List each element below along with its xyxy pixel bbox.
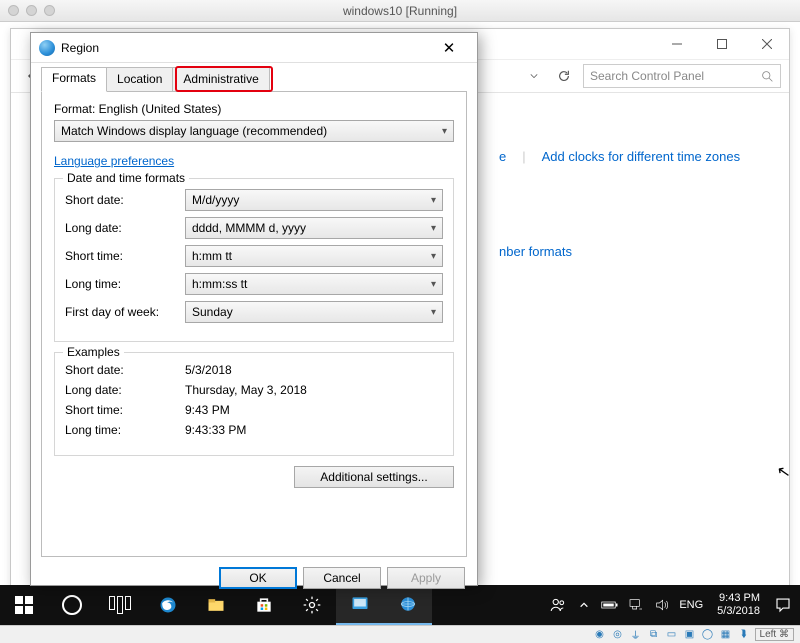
vm-optical-icon[interactable]: ◎ (611, 628, 625, 642)
traffic-min-icon[interactable] (26, 5, 37, 16)
group-date-time-formats: Date and time formats Short date: M/d/yy… (54, 178, 454, 342)
people-icon[interactable] (549, 596, 567, 614)
dialog-footer: OK Cancel Apply (31, 561, 477, 599)
vm-host-key: Left ⌘ (755, 628, 794, 641)
maximize-button[interactable] (699, 29, 744, 59)
link-number-formats[interactable]: nber formats (499, 244, 771, 259)
example-short-date: 5/3/2018 (185, 363, 443, 377)
language-indicator[interactable]: ENG (679, 596, 703, 614)
volume-icon[interactable] (653, 596, 671, 614)
link-add-clocks[interactable]: Add clocks for different time zones (542, 149, 740, 164)
format-combo[interactable]: Match Windows display language (recommen… (54, 120, 454, 142)
refresh-button[interactable] (553, 65, 575, 87)
dialog-close-button[interactable]: ✕ (429, 34, 469, 62)
tab-pane-formats: Format: English (United States) Match Wi… (41, 91, 467, 557)
tab-location[interactable]: Location (106, 67, 173, 91)
traffic-max-icon[interactable] (44, 5, 55, 16)
example-short-time: 9:43 PM (185, 403, 443, 417)
address-dropdown[interactable] (523, 65, 545, 87)
cancel-button[interactable]: Cancel (303, 567, 381, 589)
chevron-down-icon: ▾ (442, 126, 447, 137)
vm-record-icon[interactable]: ◯ (701, 628, 715, 642)
region-dialog: Region ✕ Formats Location Administrative… (30, 32, 478, 586)
mouse-cursor-icon: ↖ (775, 461, 792, 483)
first-day-combo[interactable]: Sunday▾ (185, 301, 443, 323)
tab-formats[interactable]: Formats (41, 67, 107, 92)
taskbar-clock[interactable]: 9:43 PM 5/3/2018 (711, 592, 766, 618)
ok-button[interactable]: OK (219, 567, 297, 589)
vm-cpu-icon[interactable]: ▦ (719, 628, 733, 642)
link-partial-left[interactable]: e (499, 149, 506, 164)
apply-button: Apply (387, 567, 465, 589)
guest-desktop: Search Control Panel e | Add clocks for … (0, 22, 800, 625)
globe-icon (39, 40, 55, 56)
vm-title: windows10 [Running] (343, 4, 457, 18)
vm-network-icon[interactable]: ⧉ (647, 628, 661, 642)
vm-shared-icon[interactable]: ▭ (665, 628, 679, 642)
example-long-time: 9:43:33 PM (185, 423, 443, 437)
vm-titlebar: windows10 [Running] (0, 0, 800, 22)
long-date-combo[interactable]: dddd, MMMM d, yyyy▾ (185, 217, 443, 239)
search-icon (761, 70, 774, 83)
battery-icon[interactable] (601, 596, 619, 614)
action-center-icon[interactable] (774, 596, 792, 614)
short-date-combo[interactable]: M/d/yyyy▾ (185, 189, 443, 211)
example-long-date: Thursday, May 3, 2018 (185, 383, 443, 397)
dialog-tabs: Formats Location Administrative (31, 63, 477, 91)
tray-overflow-icon[interactable] (575, 596, 593, 614)
vm-display-icon[interactable]: ▣ (683, 628, 697, 642)
traffic-close-icon[interactable] (8, 5, 19, 16)
search-input[interactable]: Search Control Panel (583, 64, 781, 88)
tab-administrative[interactable]: Administrative (172, 67, 269, 91)
vm-usb-icon[interactable]: ⏚ (629, 628, 643, 642)
long-time-combo[interactable]: h:mm:ss tt▾ (185, 273, 443, 295)
close-button[interactable] (744, 29, 789, 59)
group-examples: Examples Short date:5/3/2018 Long date:T… (54, 352, 454, 456)
dialog-title: Region (61, 41, 99, 55)
dialog-titlebar[interactable]: Region ✕ (31, 33, 477, 63)
vm-mouse-icon[interactable]: ⮯ (737, 628, 751, 642)
vm-statusbar: ◉ ◎ ⏚ ⧉ ▭ ▣ ◯ ▦ ⮯ Left ⌘ (0, 625, 800, 643)
vm-window: windows10 [Running] Search Control Panel (0, 0, 800, 643)
short-time-combo[interactable]: h:mm tt▾ (185, 245, 443, 267)
vm-hdd-icon[interactable]: ◉ (593, 628, 607, 642)
additional-settings-button[interactable]: Additional settings... (294, 466, 454, 488)
search-placeholder: Search Control Panel (590, 69, 704, 83)
network-icon[interactable] (627, 596, 645, 614)
language-preferences-link[interactable]: Language preferences (54, 154, 174, 168)
minimize-button[interactable] (654, 29, 699, 59)
vm-traffic-lights[interactable] (8, 5, 55, 16)
format-label: Format: English (United States) (54, 102, 454, 116)
